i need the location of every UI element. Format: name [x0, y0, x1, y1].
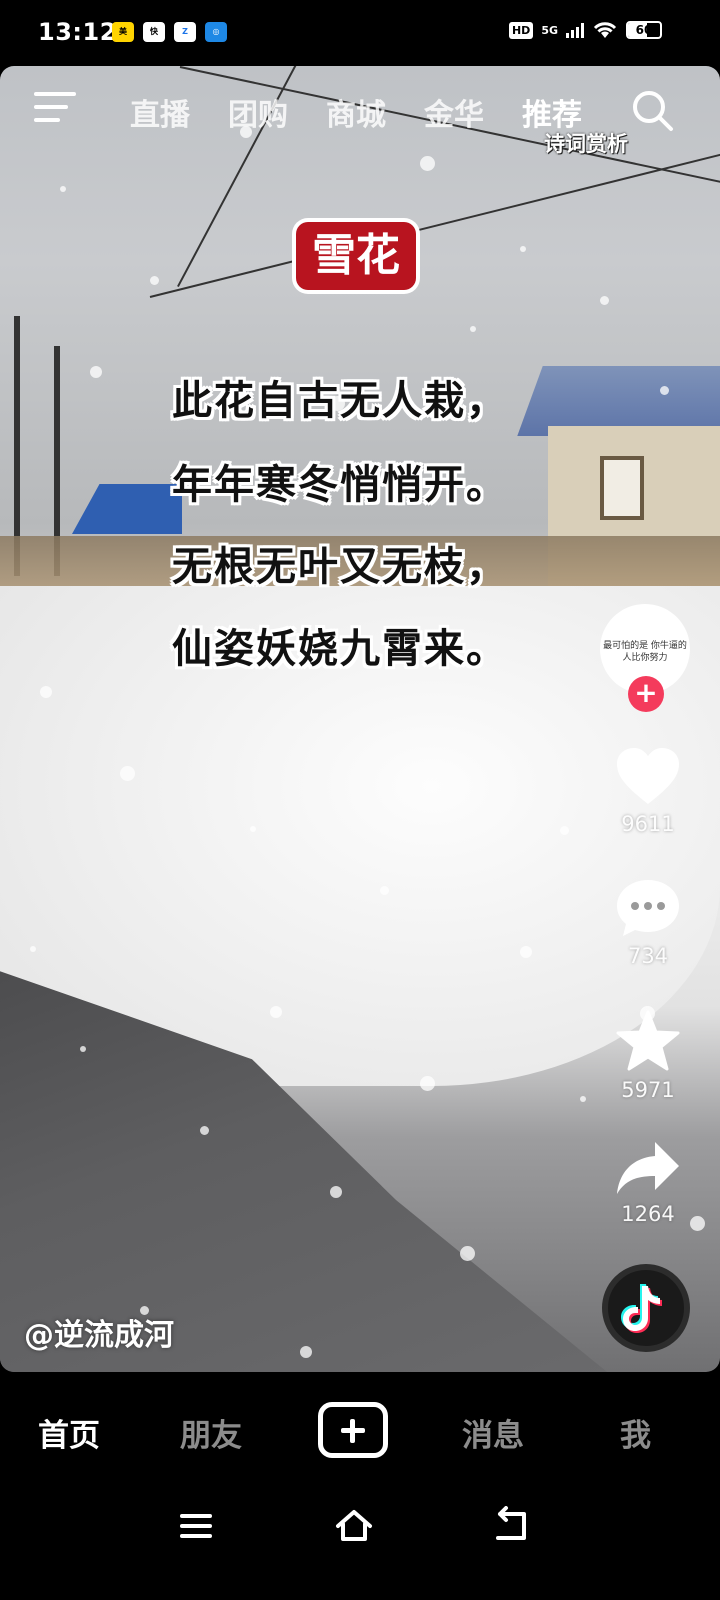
meituan-icon: 美 — [112, 22, 134, 42]
power-line — [149, 150, 720, 298]
snowflake — [150, 276, 159, 285]
recent-apps-icon[interactable] — [176, 1506, 216, 1546]
search-icon[interactable] — [630, 88, 674, 132]
heart-icon — [617, 748, 679, 804]
menu-icon[interactable] — [34, 92, 76, 126]
snowflake — [250, 826, 256, 832]
tab-mall[interactable]: 商城 — [326, 90, 386, 134]
video-topic-label: 诗词赏析 — [544, 132, 628, 156]
snowflake — [300, 1346, 312, 1358]
like-button[interactable]: 9611 — [608, 746, 688, 836]
snowflake — [120, 766, 135, 781]
snowflake — [690, 1216, 705, 1231]
comment-icon — [617, 880, 679, 936]
system-nav-bar — [0, 1482, 720, 1600]
tab-live[interactable]: 直播 — [130, 90, 190, 134]
snowflake — [470, 326, 476, 332]
author-handle[interactable]: @逆流成河 — [24, 1310, 174, 1354]
hd-icon: HD — [508, 21, 534, 39]
snowflake — [520, 946, 532, 958]
snowflake — [520, 246, 526, 252]
app-blue-icon: ◎ — [205, 22, 227, 42]
snowflake — [90, 366, 102, 378]
favorite-count: 5971 — [621, 1078, 675, 1102]
tab-me[interactable]: 我 — [620, 1410, 651, 1455]
home-icon[interactable] — [334, 1506, 374, 1546]
snowflake — [660, 386, 669, 395]
snowflake — [200, 1126, 209, 1135]
comment-button[interactable]: 734 — [608, 878, 688, 968]
snowflake — [60, 186, 66, 192]
snowflake — [420, 1076, 435, 1091]
favorite-button[interactable]: 5971 — [608, 1010, 688, 1102]
snowflake — [600, 296, 609, 305]
status-bar: 13:12 美 快 Z ◎ HD 5G 60 — [0, 0, 720, 66]
snowflake — [80, 1046, 86, 1052]
snowflake — [560, 826, 569, 835]
share-button[interactable]: 1264 — [608, 1140, 688, 1226]
snowflake — [380, 886, 389, 895]
snowflake — [460, 1246, 475, 1261]
battery-icon: 60 — [626, 21, 662, 39]
blue-roof — [72, 484, 182, 534]
status-indicators: HD 5G 60 — [508, 20, 662, 40]
tab-friends[interactable]: 朋友 — [180, 1410, 242, 1455]
music-disc[interactable] — [602, 1264, 690, 1352]
poem-line: 仙姿妖娆九霄来。 — [172, 626, 508, 672]
back-icon[interactable] — [492, 1506, 532, 1546]
house-window — [600, 456, 644, 520]
share-count: 1264 — [621, 1202, 675, 1226]
wifi-icon — [593, 22, 617, 38]
tab-jinhua[interactable]: 金华 — [424, 90, 484, 134]
snowflake — [420, 156, 435, 171]
poem-line: 此花自古无人栽， — [172, 378, 508, 424]
status-time: 13:12 — [38, 18, 117, 46]
tiktok-logo-icon — [621, 1284, 662, 1333]
snowflake — [40, 686, 52, 698]
tab-messages[interactable]: 消息 — [462, 1410, 524, 1455]
like-count: 9611 — [621, 812, 675, 836]
poem-line: 无根无叶又无枝， — [172, 544, 508, 590]
snowflake — [30, 946, 36, 952]
poem-title: 雪花 — [296, 222, 416, 290]
share-arrow-icon — [617, 1142, 679, 1194]
notification-icons: 美 快 Z ◎ — [112, 22, 227, 42]
tab-group-buy[interactable]: 团购 — [228, 90, 288, 134]
create-post-button[interactable] — [318, 1402, 388, 1458]
follow-button[interactable]: + — [628, 676, 664, 712]
avatar-text: 最可怕的是 你牛逼的人比你努力 — [603, 641, 687, 663]
bottom-tab-bar: 首页 朋友 消息 我 — [0, 1372, 720, 1482]
kuaidi-icon: 快 — [143, 22, 165, 42]
tab-home[interactable]: 首页 — [38, 1410, 100, 1455]
comment-count: 734 — [627, 944, 669, 968]
network-type: 5G — [541, 23, 558, 37]
app-z-icon: Z — [174, 22, 196, 42]
snowflake — [580, 1096, 586, 1102]
signal-icon — [566, 22, 584, 38]
poem-line: 年年寒冬悄悄开。 — [172, 462, 508, 508]
star-icon — [616, 1010, 680, 1071]
snowflake — [270, 1006, 282, 1018]
snowflake — [330, 1186, 342, 1198]
battery-level: 60 — [635, 23, 653, 37]
